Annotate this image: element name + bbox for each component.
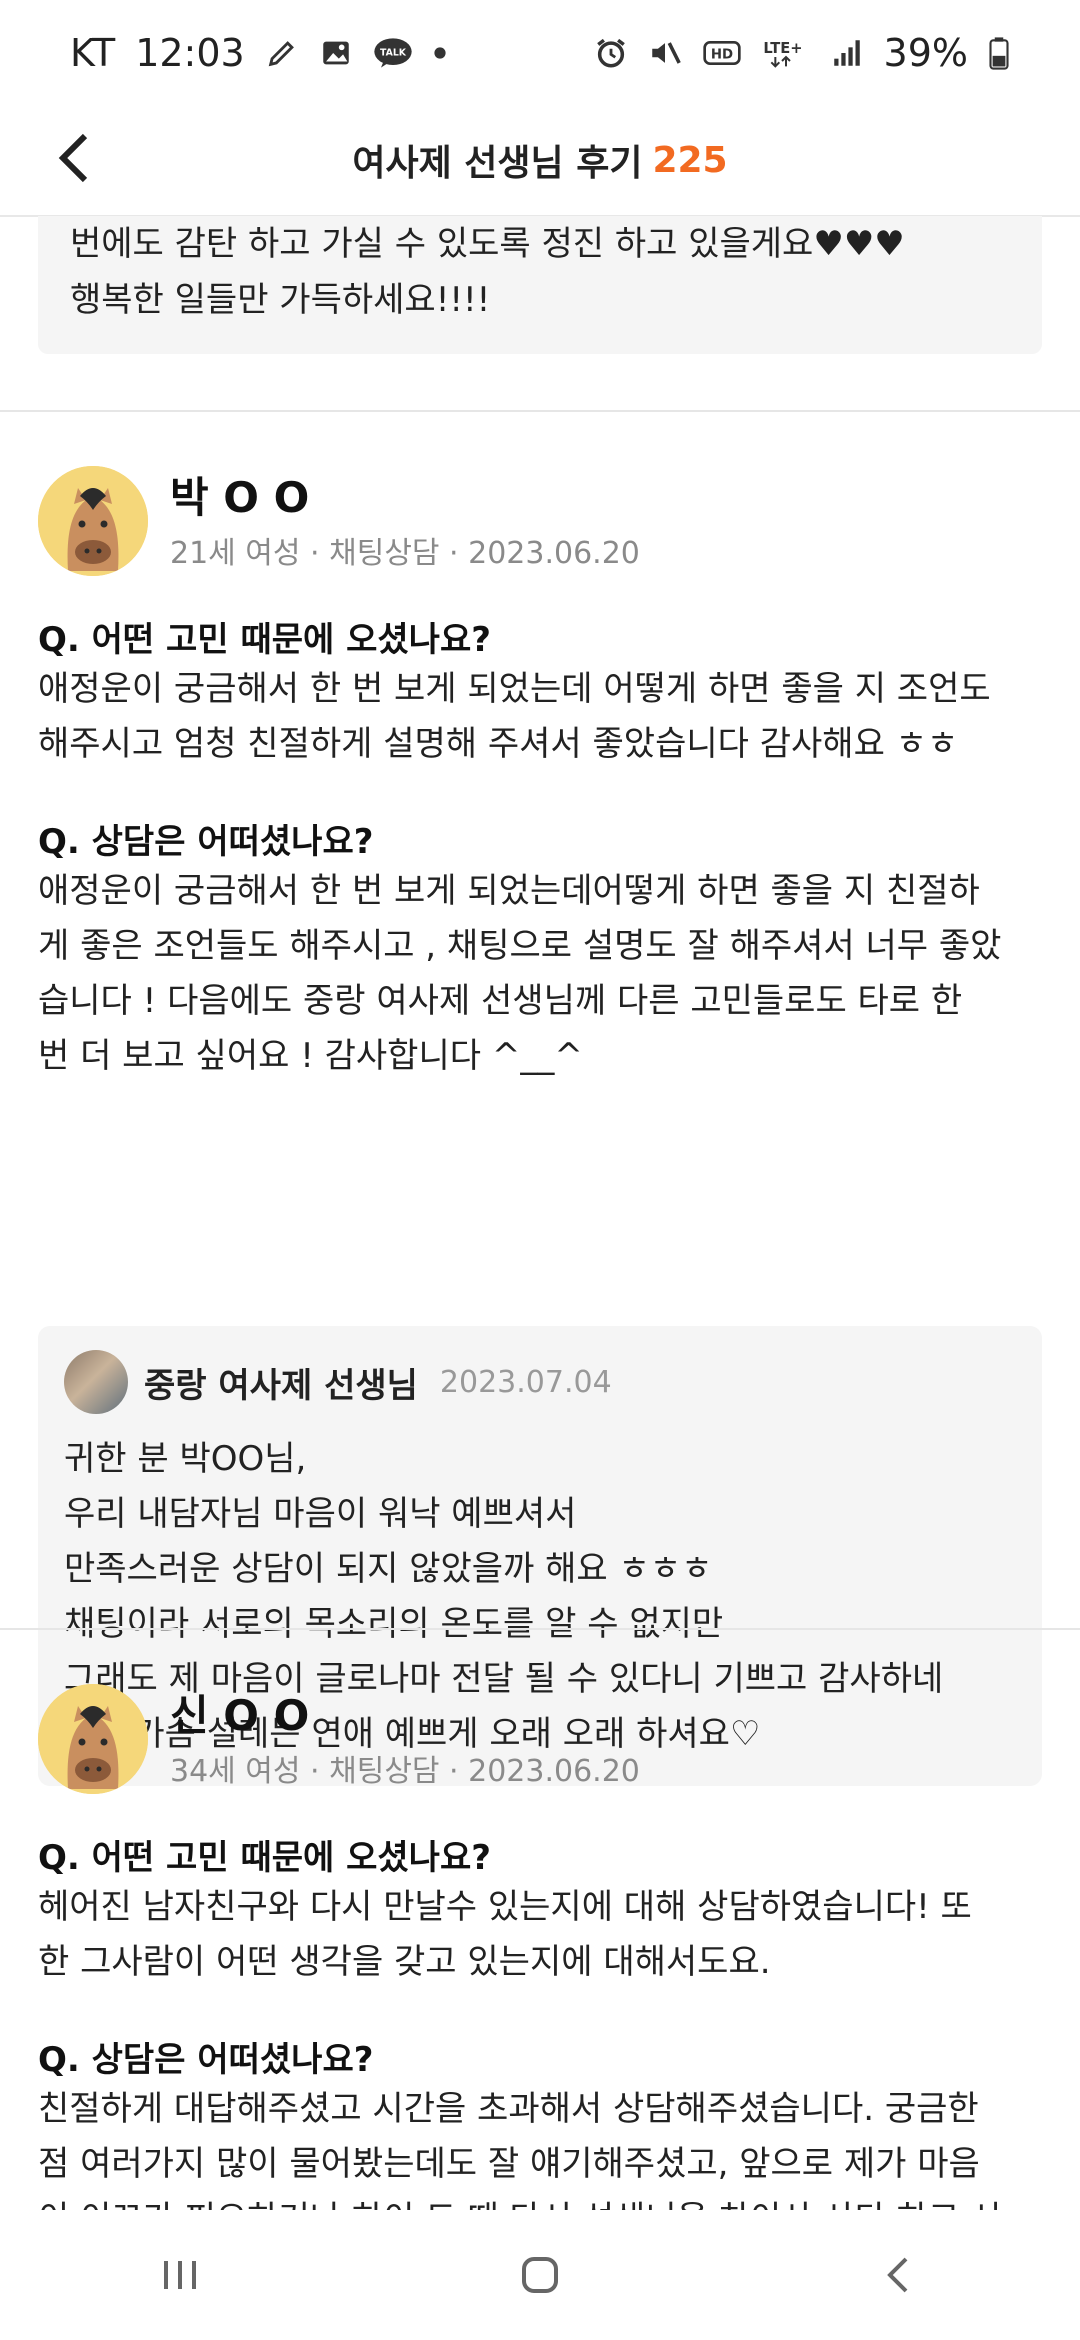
reviewer-name: 신 O O — [170, 1691, 310, 1740]
answer-line: 헤어진 남자친구와 다시 만날수 있는지에 대해 상담하였습니다! 또 — [38, 1887, 972, 1927]
counselor-name: 중랑 여사제 선생님 — [144, 1365, 418, 1406]
app-header: 여사제 선생님 후기 225 — [0, 105, 1080, 217]
alarm-icon — [594, 36, 628, 70]
reply-header: 중랑 여사제 선생님 2023.07.04 — [64, 1350, 1016, 1414]
home-button[interactable] — [490, 2225, 590, 2325]
question-answer: 애정운이 궁금해서 한 번 보게 되었는데어떻게 하면 좋을 지 친절하 게 좋… — [38, 864, 1048, 1084]
answer-line: 친절하게 대답해주셨고 시간을 초과해서 상담해주셨습니다. 궁금한 — [38, 2089, 979, 2129]
review-meta: 34세 여성 · 채팅상담 · 2023.06.20 — [170, 1754, 640, 1789]
horse-avatar-icon — [38, 1684, 148, 1794]
reviewer-name: 박 O O — [170, 473, 310, 522]
back-nav-icon — [887, 2257, 908, 2293]
status-bar: KT 12:03 TALK HD LTE+ 39% — [0, 0, 1080, 105]
question-answer: 헤어진 남자친구와 다시 만날수 있는지에 대해 상담하였습니다! 또 한 그사… — [38, 1880, 1048, 1990]
recent-apps-button[interactable] — [130, 2225, 230, 2325]
pencil-icon — [265, 36, 299, 70]
chevron-left-icon — [58, 133, 88, 183]
hd-icon: HD — [702, 36, 742, 70]
review-meta: 21세 여성 · 채팅상담 · 2023.06.20 — [170, 536, 640, 571]
previous-reply-line: 행복한 일들만 가득하세요!!!! — [70, 280, 491, 320]
question-answer: 애정운이 궁금해서 한 번 보게 되었는데 어떻게 하면 좋을 지 조언도 해주… — [38, 662, 1048, 772]
home-icon — [522, 2257, 558, 2293]
recent-apps-icon — [164, 2261, 196, 2289]
answer-line: 한 그사람이 어떤 생각을 갖고 있는지에 대해서도요. — [38, 1942, 771, 1982]
divider — [0, 1628, 1080, 1630]
mute-icon — [648, 36, 682, 70]
hd-badge-text: HD — [710, 47, 732, 62]
gallery-icon — [319, 36, 353, 70]
back-nav-button[interactable] — [850, 2225, 950, 2325]
review-list[interactable]: 번에도 감탄 하고 가실 수 있도록 정진 하고 있을게요♥♥♥ 행복한 일들만… — [0, 216, 1080, 2210]
lte-label-text: LTE+ — [763, 40, 802, 57]
question-title: Q. 상담은 어떠셨나요? — [38, 822, 374, 862]
carrier-label: KT — [70, 30, 116, 75]
lte-icon: LTE+ — [762, 36, 810, 70]
page-title: 여사제 선생님 후기 — [352, 143, 643, 184]
answer-line: 애정운이 궁금해서 한 번 보게 되었는데어떻게 하면 좋을 지 친절하 — [38, 871, 980, 911]
clock: 12:03 — [135, 30, 245, 75]
avatar — [38, 1684, 148, 1794]
status-right: HD LTE+ 39% — [594, 31, 1010, 75]
answer-line: 해주시고 엄청 친절하게 설명해 주셔서 좋았습니다 감사해요 ㅎㅎ — [38, 724, 959, 764]
dot-icon — [433, 46, 447, 60]
answer-line: 게 좋은 조언들도 해주시고 , 채팅으로 설명도 잘 해주셔서 너무 좋았 — [38, 926, 1002, 966]
previous-reply-card: 번에도 감탄 하고 가실 수 있도록 정진 하고 있을게요♥♥♥ 행복한 일들만… — [38, 216, 1042, 354]
system-nav-bar — [0, 2210, 1080, 2340]
reply-date: 2023.07.04 — [439, 1364, 612, 1400]
status-left: KT 12:03 TALK — [70, 31, 447, 75]
answer-line: 애정운이 궁금해서 한 번 보게 되었는데 어떻게 하면 좋을 지 조언도 — [38, 669, 991, 709]
answer-line: 번 더 보고 싶어요 ! 감사합니다 ^__^ — [38, 1036, 583, 1076]
horse-avatar-icon — [38, 466, 148, 576]
question-title: Q. 상담은 어떠셨나요? — [38, 2040, 374, 2080]
battery-icon — [988, 36, 1010, 70]
talk-badge-text: TALK — [380, 47, 407, 58]
question-title: Q. 어떤 고민 때문에 오셨나요? — [38, 1838, 491, 1878]
counselor-avatar — [64, 1350, 128, 1414]
answer-line: 이 이끄가 피오하거나 하이 드 때 다시 선생니을 차이사 사다 하고 시 — [38, 2192, 1048, 2210]
review-count: 225 — [652, 139, 728, 181]
question-answer: 친절하게 대답해주셨고 시간을 초과해서 상담해주셨습니다. 궁금한 점 여러가… — [38, 2082, 1048, 2210]
answer-line: 점 여러가지 많이 물어봤는데도 잘 얘기해주셨고, 앞으로 제가 마음 — [38, 2144, 980, 2184]
answer-line: 습니다 ! 다음에도 중랑 여사제 선생님께 다른 고민들로도 타로 한 — [38, 981, 963, 1021]
question-title: Q. 어떤 고민 때문에 오셨나요? — [38, 620, 491, 660]
signal-icon — [830, 36, 864, 70]
avatar — [38, 466, 148, 576]
previous-reply-line: 번에도 감탄 하고 가실 수 있도록 정진 하고 있을게요♥♥♥ — [70, 224, 905, 264]
talk-icon: TALK — [373, 36, 413, 70]
battery-percent: 39% — [883, 30, 968, 75]
back-button[interactable] — [40, 123, 110, 193]
divider — [0, 410, 1080, 412]
